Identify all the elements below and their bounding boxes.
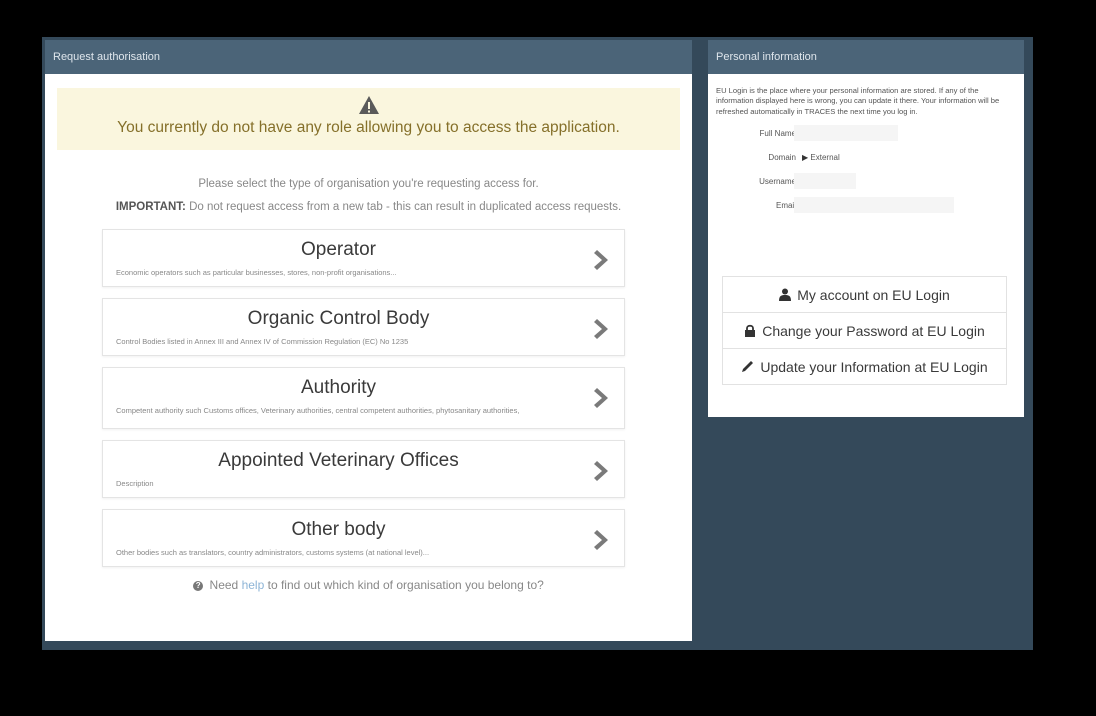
request-authorisation-panel: Request authorisation You currently do n…: [45, 40, 692, 641]
email-value: [794, 197, 954, 214]
my-account-label: My account on EU Login: [797, 286, 950, 303]
change-password-button[interactable]: Change your Password at EU Login: [722, 312, 1007, 349]
email-row: Email: [708, 194, 1024, 218]
update-information-button[interactable]: Update your Information at EU Login: [722, 348, 1007, 385]
org-title: Other body: [291, 519, 386, 540]
domain-label: Domain: [768, 153, 796, 163]
info-fields: Full Name Domain ▶ External Username Ema…: [708, 122, 1024, 218]
info-text: EU Login is the place where your persona…: [716, 86, 1000, 116]
pencil-icon: [742, 361, 754, 372]
warning-alert: You currently do not have any role allow…: [57, 88, 680, 150]
username-value: [794, 173, 856, 190]
username-row: Username: [708, 170, 1024, 194]
full-name-value: [794, 125, 898, 142]
org-card-organic-control-body[interactable]: Organic Control Body Control Bodies list…: [102, 298, 625, 356]
domain-text: External: [810, 153, 840, 163]
help-suffix: to find out which kind of organisation y…: [267, 578, 544, 592]
chevron-right-icon: [594, 388, 608, 408]
chevron-right-icon: [594, 461, 608, 481]
org-title: Authority: [301, 377, 376, 398]
warning-icon: [57, 95, 680, 117]
chevron-right-icon: [594, 319, 608, 339]
org-description: Description: [116, 479, 154, 488]
email-label: Email: [775, 201, 796, 211]
update-information-label: Update your Information at EU Login: [760, 358, 988, 375]
important-label: IMPORTANT:: [115, 201, 186, 213]
org-card-authority[interactable]: Authority Competent authority such Custo…: [102, 367, 625, 429]
org-description: Control Bodies listed in Annex III and A…: [116, 337, 409, 346]
important-text: Do not request access from a new tab - t…: [189, 201, 622, 213]
organisation-list: Operator Economic operators such as part…: [45, 229, 692, 567]
org-title: Organic Control Body: [247, 308, 430, 329]
change-password-label: Change your Password at EU Login: [762, 322, 985, 339]
help-link[interactable]: help: [242, 578, 265, 592]
help-prefix: Need: [209, 578, 239, 592]
chevron-right-icon: [594, 250, 608, 270]
org-description: Other bodies such as translators, countr…: [116, 548, 430, 557]
my-account-button[interactable]: My account on EU Login: [722, 276, 1007, 313]
important-note: IMPORTANT: Do not request access from a …: [45, 201, 692, 213]
org-title: Operator: [301, 239, 376, 260]
org-card-operator[interactable]: Operator Economic operators such as part…: [102, 229, 625, 287]
org-card-appointed-veterinary-offices[interactable]: Appointed Veterinary Offices Description: [102, 440, 625, 498]
domain-row: Domain ▶ External: [708, 146, 1024, 170]
panel-heading: Request authorisation: [45, 40, 692, 74]
full-name-label: Full Name: [759, 129, 796, 139]
question-circle-icon: ?: [193, 580, 204, 591]
org-description: Competent authority such Customs offices…: [116, 406, 520, 415]
org-title: Appointed Veterinary Offices: [218, 450, 459, 471]
help-line: ? Need help to find out which kind of or…: [45, 578, 692, 592]
chevron-right-icon: [594, 530, 608, 550]
org-card-other-body[interactable]: Other body Other bodies such as translat…: [102, 509, 625, 567]
user-icon: [779, 288, 792, 301]
warning-text: You currently do not have any role allow…: [117, 119, 620, 136]
full-name-row: Full Name: [708, 122, 1024, 146]
org-description: Economic operators such as particular bu…: [116, 268, 397, 277]
panel-heading: Personal information: [708, 40, 1024, 74]
lock-icon: [745, 324, 756, 337]
sign-in-icon: ▶: [802, 153, 809, 163]
domain-value: ▶ External: [802, 153, 840, 162]
username-label: Username: [759, 177, 796, 187]
select-prompt: Please select the type of organisation y…: [198, 178, 539, 190]
